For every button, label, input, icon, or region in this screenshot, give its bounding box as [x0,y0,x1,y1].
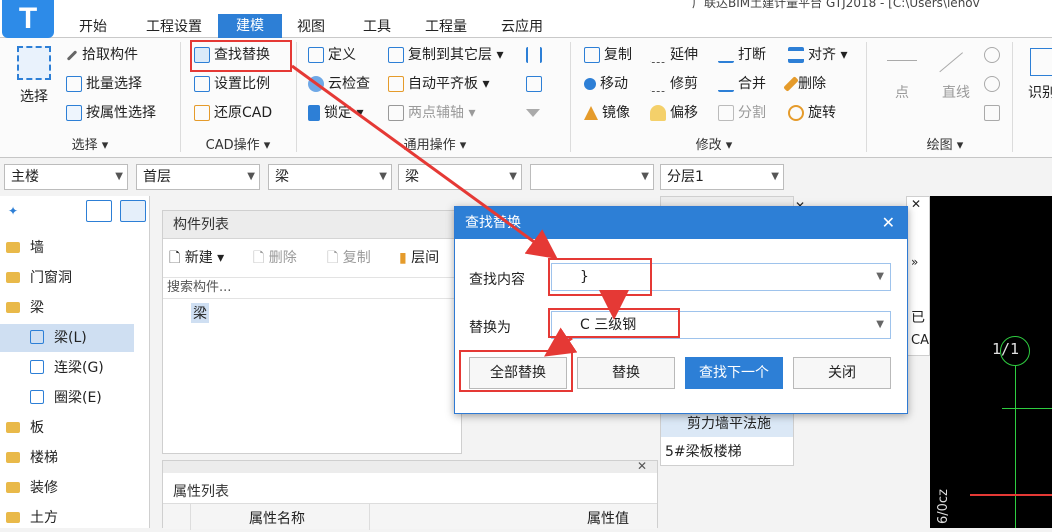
arrow-to-find-input [291,64,558,260]
annotation-arrows [291,64,629,357]
arrow-to-replace-all [544,327,578,357]
